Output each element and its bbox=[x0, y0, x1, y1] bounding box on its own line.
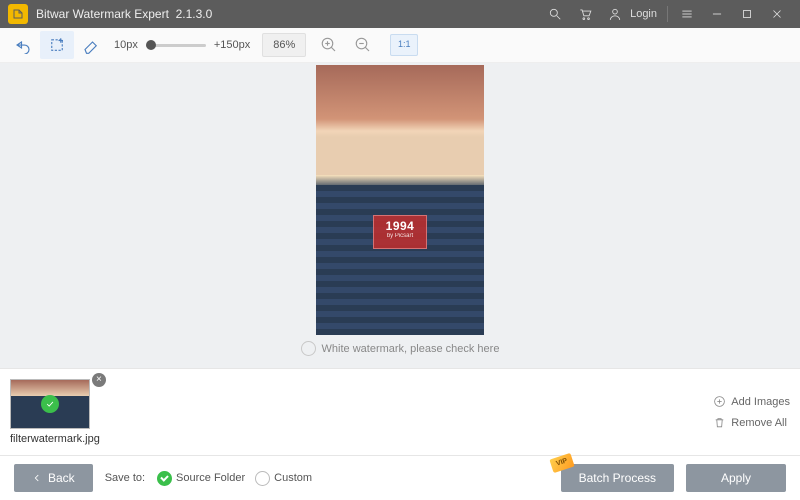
menu-icon[interactable] bbox=[672, 0, 702, 28]
search-icon[interactable] bbox=[540, 0, 570, 28]
app-title: Bitwar Watermark Expert 2.1.3.0 bbox=[36, 7, 212, 21]
zoom-value: 86% bbox=[262, 33, 306, 57]
radio-empty-icon bbox=[255, 471, 270, 486]
fit-ratio-button[interactable]: 1:1 bbox=[390, 34, 418, 56]
titlebar: Bitwar Watermark Expert 2.1.3.0 Login bbox=[0, 0, 800, 28]
remove-all-button[interactable]: Remove All bbox=[713, 416, 787, 429]
save-to-label: Save to: bbox=[105, 472, 145, 484]
close-icon[interactable] bbox=[762, 0, 792, 28]
watermark-byline: by Picsart bbox=[374, 232, 426, 240]
back-label: Back bbox=[48, 471, 75, 485]
minimize-icon[interactable] bbox=[702, 0, 732, 28]
thumbnail-item[interactable]: × filterwatermark.jpg bbox=[10, 379, 100, 445]
footer: Back Save to: Source Folder Custom VIP B… bbox=[0, 455, 800, 500]
thumbnail-filename: filterwatermark.jpg bbox=[10, 433, 100, 445]
separator bbox=[667, 6, 668, 22]
login-label[interactable]: Login bbox=[630, 8, 657, 20]
apply-button[interactable]: Apply bbox=[686, 464, 786, 492]
check-icon bbox=[41, 395, 59, 413]
add-images-button[interactable]: Add Images bbox=[713, 395, 790, 408]
thumbnail-image bbox=[10, 379, 90, 429]
size-min-label: 10px bbox=[114, 39, 138, 51]
brush-size-slider[interactable] bbox=[146, 44, 206, 47]
chevron-left-icon bbox=[32, 473, 42, 483]
maximize-icon[interactable] bbox=[732, 0, 762, 28]
white-watermark-label: White watermark, please check here bbox=[322, 343, 500, 355]
undo-button[interactable] bbox=[6, 31, 40, 59]
save-to-options: Source Folder Custom bbox=[157, 471, 312, 486]
radio-empty-icon bbox=[301, 341, 316, 356]
app-logo bbox=[8, 4, 28, 24]
thumbnail-remove-button[interactable]: × bbox=[92, 373, 106, 387]
white-watermark-option[interactable]: White watermark, please check here bbox=[301, 341, 500, 356]
save-source-option[interactable]: Source Folder bbox=[157, 471, 245, 486]
toolbar: 10px +150px 86% 1:1 bbox=[0, 28, 800, 63]
back-button[interactable]: Back bbox=[14, 464, 93, 492]
trash-icon bbox=[713, 416, 726, 429]
user-icon[interactable] bbox=[600, 0, 630, 28]
remove-all-label: Remove All bbox=[731, 417, 787, 429]
cart-icon[interactable] bbox=[570, 0, 600, 28]
thumbnail-bar: × filterwatermark.jpg Add Images Remove … bbox=[0, 368, 800, 455]
eraser-tool-button[interactable] bbox=[74, 31, 108, 59]
size-max-label: +150px bbox=[214, 39, 250, 51]
zoom-out-button[interactable] bbox=[346, 31, 380, 59]
batch-process-button[interactable]: Batch Process bbox=[561, 464, 674, 492]
canvas-area: 1994 by Picsart White watermark, please … bbox=[0, 63, 800, 368]
plus-circle-icon bbox=[713, 395, 726, 408]
watermark-overlay[interactable]: 1994 by Picsart bbox=[373, 215, 427, 249]
add-images-label: Add Images bbox=[731, 396, 790, 408]
zoom-in-button[interactable] bbox=[312, 31, 346, 59]
radio-checked-icon bbox=[157, 471, 172, 486]
brush-size-control: 10px +150px bbox=[114, 39, 250, 51]
watermark-year: 1994 bbox=[374, 220, 426, 232]
marquee-tool-button[interactable] bbox=[40, 31, 74, 59]
image-preview[interactable]: 1994 by Picsart bbox=[316, 65, 484, 335]
save-custom-option[interactable]: Custom bbox=[255, 471, 312, 486]
